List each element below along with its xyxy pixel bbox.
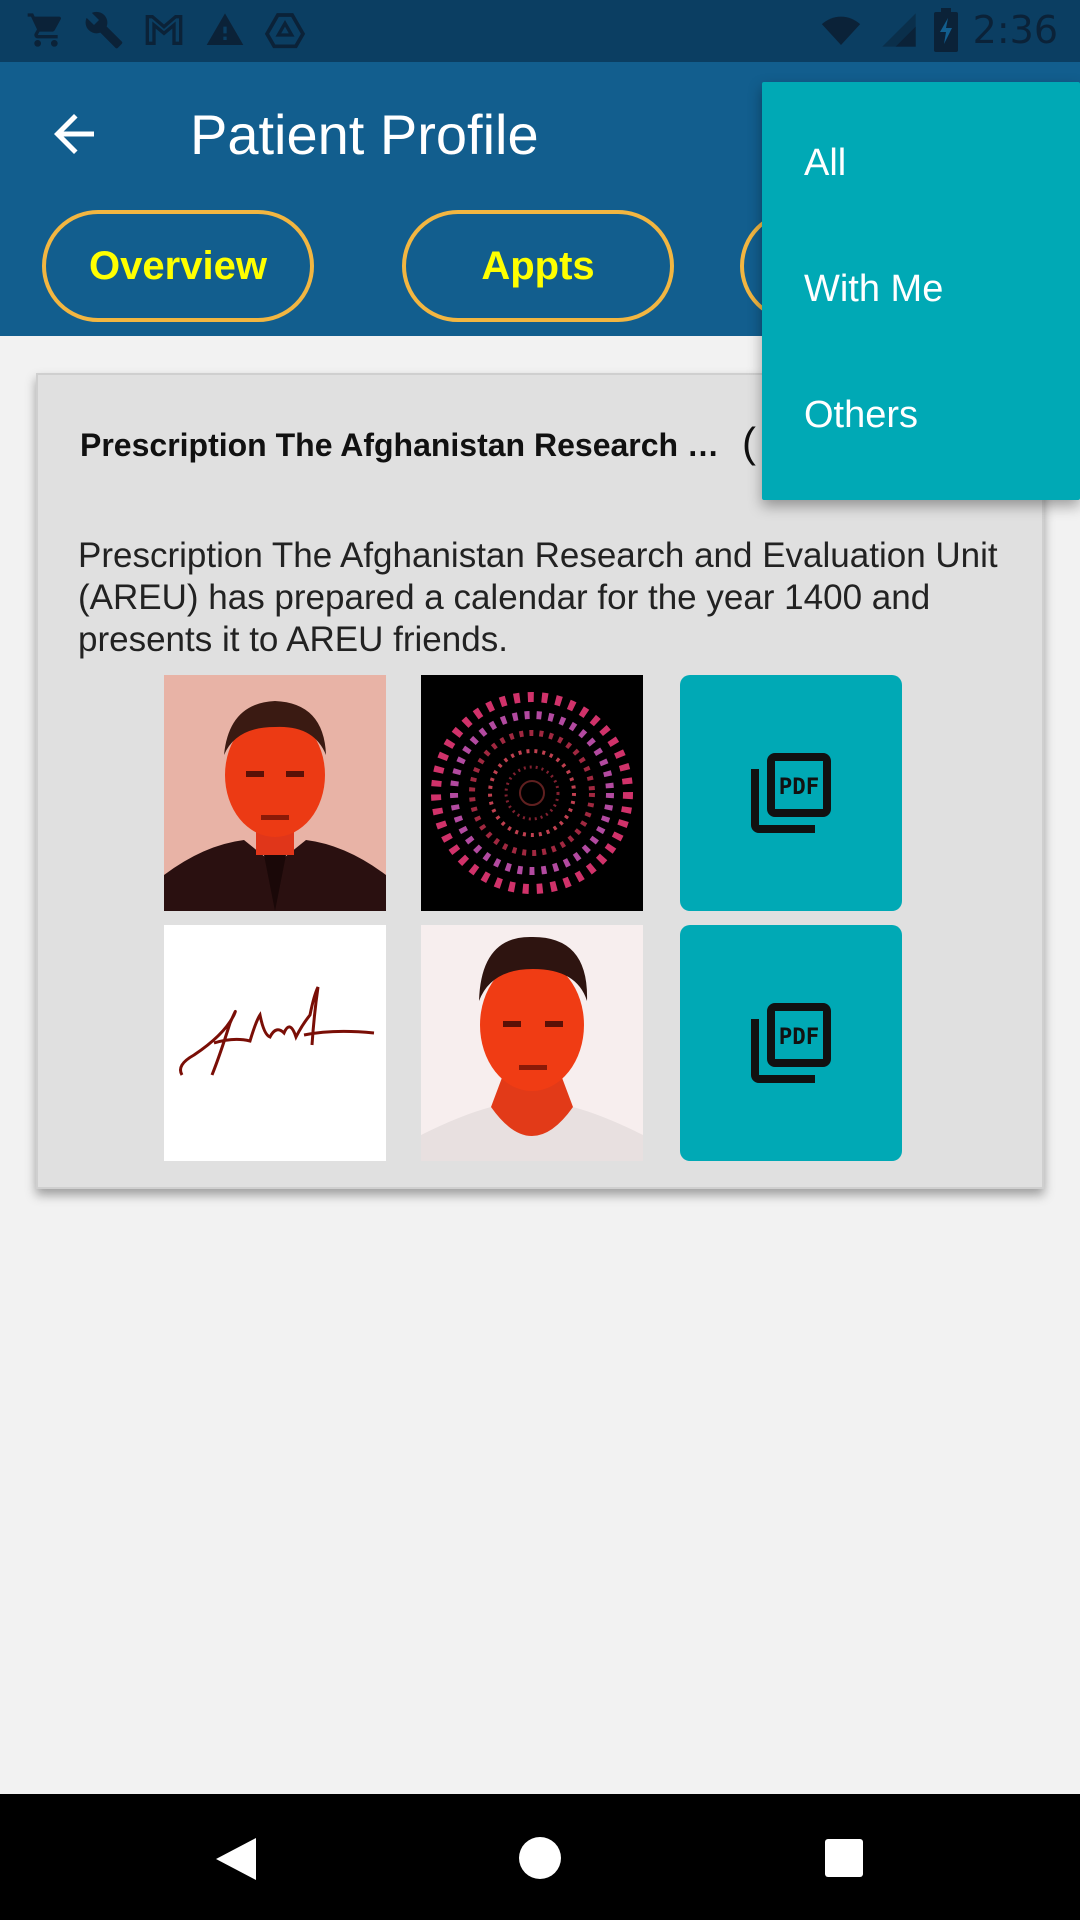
status-time: 2:36 <box>972 8 1058 52</box>
attachment-pdf-2[interactable]: PDF <box>680 925 902 1161</box>
attachment-photo-man-suit[interactable] <box>164 675 386 911</box>
signature-image <box>164 925 386 1161</box>
spiral-digits-image <box>421 675 643 911</box>
attachment-signature[interactable] <box>164 925 386 1161</box>
warning-icon <box>206 13 244 46</box>
svg-text:PDF: PDF <box>779 1024 819 1050</box>
drive-icon <box>264 13 306 49</box>
menu-item-all[interactable]: All <box>804 142 846 185</box>
page-title: Patient Profile <box>190 103 539 166</box>
status-icons-left <box>26 10 306 50</box>
screen: 2:36 Patient Profile Overview Appts Pres… <box>0 0 1080 1920</box>
tab-overview[interactable]: Overview <box>42 210 314 322</box>
card-extra: ( <box>742 419 756 466</box>
back-arrow-icon <box>54 114 94 154</box>
navigation-bar <box>0 1794 1080 1920</box>
tab-overview-label: Overview <box>89 243 267 288</box>
back-button[interactable] <box>44 104 104 164</box>
wrench-icon <box>85 11 123 49</box>
tab-appts-label: Appts <box>481 243 595 288</box>
gmail-icon <box>145 15 183 45</box>
status-icons-right: 2:36 <box>817 8 1058 52</box>
attachment-pdf-1[interactable]: PDF <box>680 675 902 911</box>
tab-appts[interactable]: Appts <box>402 210 674 322</box>
nav-recents-icon[interactable] <box>824 1838 864 1878</box>
attachment-photo-young-man[interactable] <box>421 925 643 1161</box>
nav-home-icon[interactable] <box>518 1836 562 1880</box>
pdf-icon: PDF <box>751 1003 831 1083</box>
svg-text:PDF: PDF <box>779 774 819 800</box>
card-title: Prescription The Afghanistan Research … <box>80 427 719 463</box>
photo-man-suit-image <box>164 675 386 911</box>
attachment-spiral-digits[interactable] <box>421 675 643 911</box>
nav-back-icon[interactable] <box>214 1836 258 1882</box>
menu-item-with-me[interactable]: With Me <box>804 268 943 311</box>
signal-icon <box>881 13 916 47</box>
card-body: Prescription The Afghanistan Research an… <box>78 536 998 659</box>
photo-young-man-image <box>421 925 643 1161</box>
cart-icon <box>27 13 62 47</box>
menu-item-others[interactable]: Others <box>804 394 918 437</box>
status-bar: 2:36 <box>0 0 1080 62</box>
filter-dropdown-menu: All With Me Others <box>762 82 1080 500</box>
pdf-icon: PDF <box>751 753 831 833</box>
wifi-icon <box>821 16 860 45</box>
battery-icon <box>933 8 958 52</box>
